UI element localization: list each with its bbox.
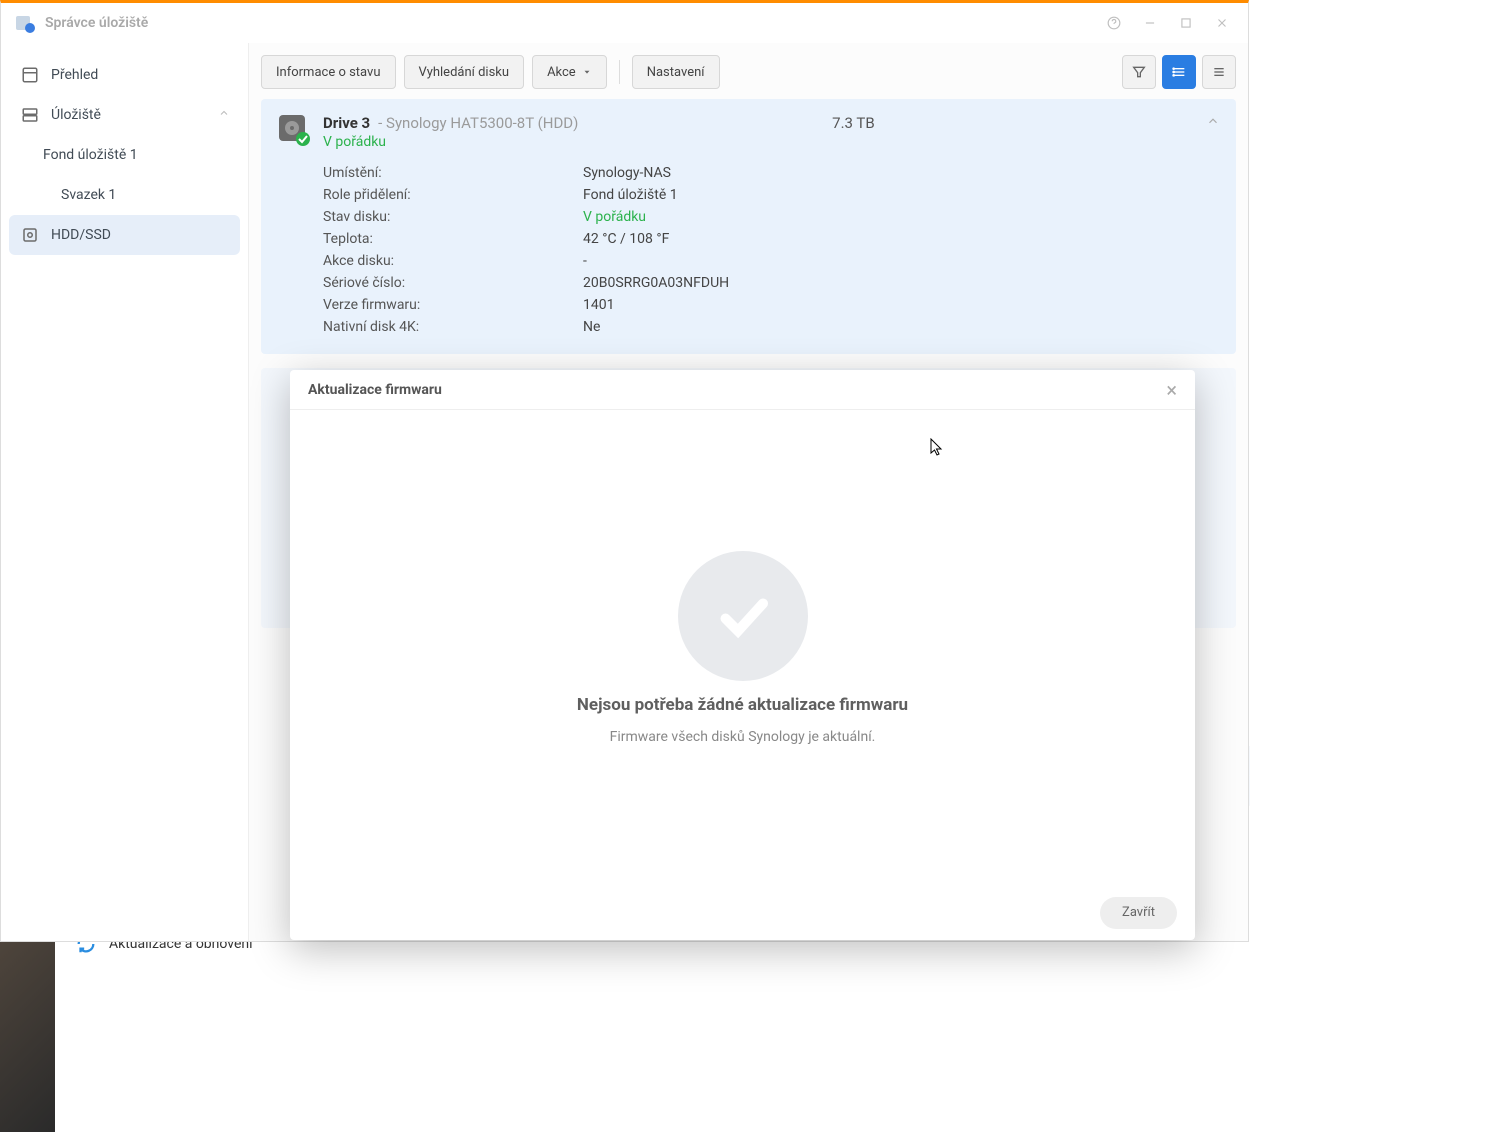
maximize-button[interactable]	[1172, 9, 1200, 37]
detail-value: Ne	[583, 319, 600, 335]
drive-name: Drive 3	[323, 114, 370, 132]
detail-row: Akce disku:-	[323, 250, 1220, 272]
sidebar-item-overview[interactable]: Přehled	[9, 55, 240, 95]
detail-label: Teplota:	[323, 231, 583, 247]
sidebar-item-volume[interactable]: Svazek 1	[9, 175, 240, 215]
drive-status: V pořádku	[323, 134, 1220, 150]
detail-row: Nativní disk 4K:Ne	[323, 316, 1220, 338]
close-button[interactable]	[1208, 9, 1236, 37]
sidebar-item-pool[interactable]: Fond úložiště 1	[9, 135, 240, 175]
detail-value: Synology-NAS	[583, 165, 671, 181]
dialog-footer: Zavřít	[290, 885, 1195, 940]
caret-down-icon	[582, 67, 592, 77]
detail-label: Nativní disk 4K:	[323, 319, 583, 335]
titlebar: Správce úložiště	[1, 3, 1248, 43]
find-disk-button[interactable]: Vyhledání disku	[404, 55, 525, 89]
sidebar-item-label: HDD/SSD	[51, 227, 111, 243]
detail-label: Role přidělení:	[323, 187, 583, 203]
settings-button[interactable]: Nastavení	[632, 55, 720, 89]
detail-row: Teplota:42 °C / 108 °F	[323, 228, 1220, 250]
minimize-button[interactable]	[1136, 9, 1164, 37]
detail-row: Umístění:Synology-NAS	[323, 162, 1220, 184]
sidebar-item-hdd-ssd[interactable]: HDD/SSD	[9, 215, 240, 255]
status-info-button[interactable]: Informace o stavu	[261, 55, 396, 89]
sidebar-item-label: Přehled	[51, 67, 98, 83]
chevron-up-icon	[218, 107, 230, 123]
check-icon	[678, 551, 808, 681]
dialog-header: Aktualizace firmwaru ×	[290, 370, 1195, 410]
filter-button[interactable]	[1122, 55, 1156, 89]
button-label: Akce	[547, 65, 576, 80]
drive-card: Drive 3 - Synology HAT5300-8T (HDD) 7.3 …	[261, 99, 1236, 354]
dialog-body: Nejsou potřeba žádné aktualizace firmwar…	[290, 410, 1195, 885]
storage-icon	[19, 106, 41, 124]
detail-label: Umístění:	[323, 165, 583, 181]
action-dropdown-button[interactable]: Akce	[532, 55, 607, 89]
toolbar-separator	[619, 60, 620, 84]
detail-value: Fond úložiště 1	[583, 187, 678, 203]
detail-value: 42 °C / 108 °F	[583, 231, 669, 247]
collapse-button[interactable]	[1206, 113, 1220, 132]
detail-row: Verze firmwaru:1401	[323, 294, 1220, 316]
app-icon	[13, 11, 37, 35]
dialog-message-secondary: Firmware všech disků Synology je aktuáln…	[610, 729, 876, 745]
dashboard-icon	[19, 66, 41, 84]
detail-value: 1401	[583, 297, 614, 313]
drive-icon	[277, 113, 311, 147]
dialog-close-action-button[interactable]: Zavřít	[1100, 897, 1177, 929]
view-card-button[interactable]	[1162, 55, 1196, 89]
detail-label: Akce disku:	[323, 253, 583, 269]
detail-row: Sériové číslo:20B0SRRG0A03NFDUH	[323, 272, 1220, 294]
firmware-update-dialog: Aktualizace firmwaru × Nejsou potřeba žá…	[290, 370, 1195, 940]
toolbar: Informace o stavu Vyhledání disku Akce N…	[261, 55, 1236, 89]
sidebar-item-label: Úložiště	[51, 107, 101, 123]
detail-label: Verze firmwaru:	[323, 297, 583, 313]
detail-label: Sériové číslo:	[323, 275, 583, 291]
view-list-button[interactable]	[1202, 55, 1236, 89]
disk-icon	[19, 226, 41, 244]
dialog-close-button[interactable]: ×	[1166, 380, 1177, 400]
drive-details: Umístění:Synology-NASRole přidělení:Fond…	[323, 162, 1220, 338]
help-button[interactable]	[1100, 9, 1128, 37]
drive-size: 7.3 TB	[832, 114, 952, 132]
detail-value: -	[583, 253, 587, 269]
detail-row: Stav disku:V pořádku	[323, 206, 1220, 228]
detail-row: Role přidělení:Fond úložiště 1	[323, 184, 1220, 206]
sidebar-item-label: Fond úložiště 1	[43, 147, 138, 163]
detail-label: Stav disku:	[323, 209, 583, 225]
sidebar: Přehled Úložiště Fond úložiště 1 Svazek …	[1, 43, 249, 941]
sidebar-item-storage[interactable]: Úložiště	[9, 95, 240, 135]
sidebar-item-label: Svazek 1	[61, 187, 116, 203]
dialog-message-primary: Nejsou potřeba žádné aktualizace firmwar…	[577, 695, 908, 715]
drive-model: - Synology HAT5300-8T (HDD)	[378, 114, 578, 132]
window-title: Správce úložiště	[45, 15, 148, 31]
dialog-title: Aktualizace firmwaru	[308, 382, 442, 398]
detail-value: V pořádku	[583, 209, 646, 225]
detail-value: 20B0SRRG0A03NFDUH	[583, 275, 729, 291]
